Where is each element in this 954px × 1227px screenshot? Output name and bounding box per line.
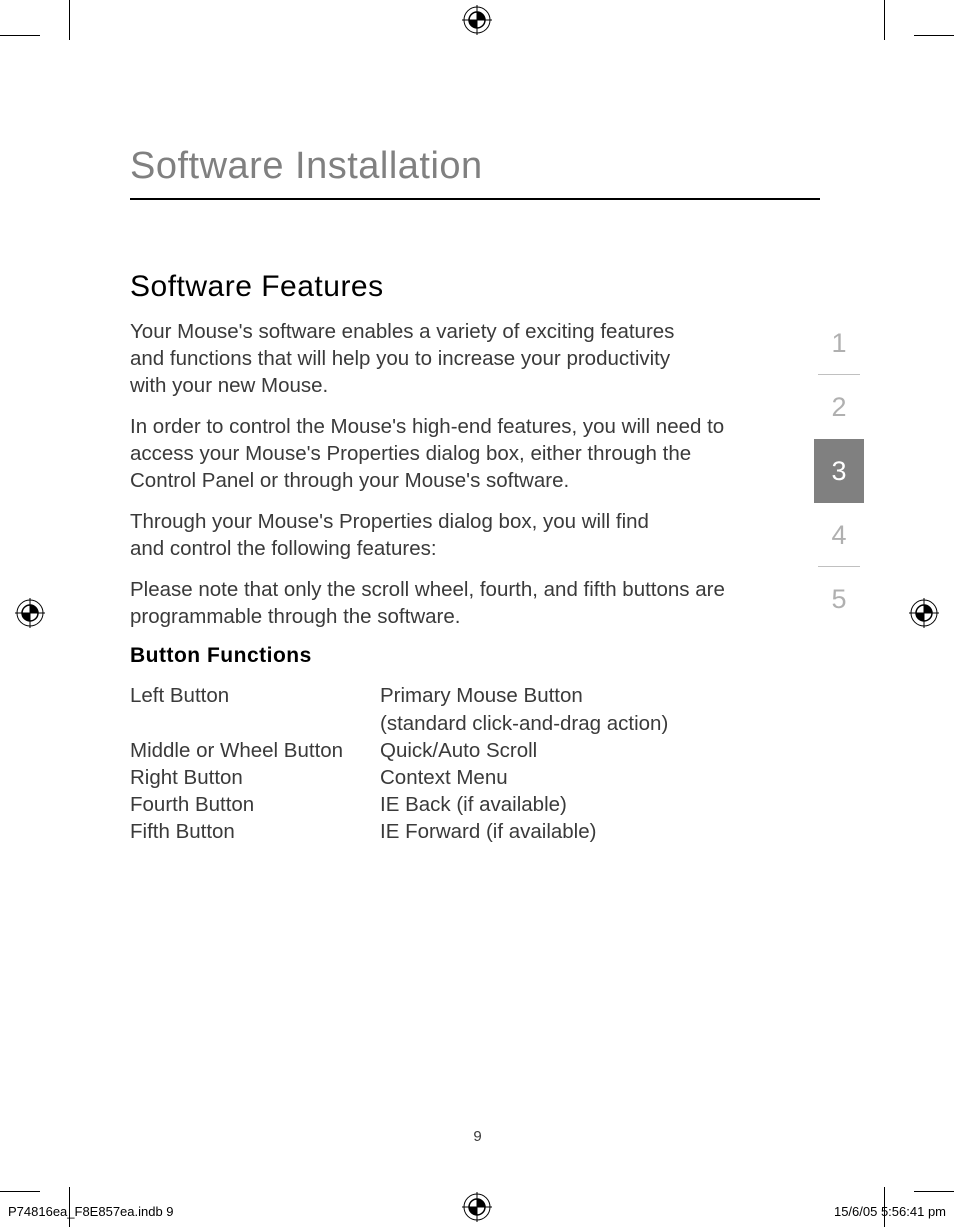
button-desc: Primary Mouse Button (standard click-and… <box>380 682 820 736</box>
tab-4[interactable]: 4 <box>814 503 864 567</box>
page-area: Software Installation Software Features … <box>70 35 885 1190</box>
registration-mark-icon <box>15 598 45 628</box>
footer-timestamp: 15/6/05 5:56:41 pm <box>834 1204 946 1219</box>
button-desc: Context Menu <box>380 764 820 791</box>
paragraph: Your Mouse's software enables a variety … <box>130 318 690 399</box>
table-row: Right Button Context Menu <box>130 764 820 791</box>
button-desc: Quick/Auto Scroll <box>380 737 820 764</box>
desc-line: Primary Mouse Button <box>380 682 820 709</box>
tab-3[interactable]: 3 <box>814 439 864 503</box>
page-number: 9 <box>70 1128 885 1145</box>
paragraph: Please note that only the scroll wheel, … <box>130 576 760 630</box>
section-title: Software Features <box>130 270 820 304</box>
crop-mark <box>69 0 70 40</box>
desc-line: (standard click-and-drag action) <box>380 710 820 737</box>
paragraph: In order to control the Mouse's high-end… <box>130 413 760 494</box>
section-tabs: 1 2 3 4 5 <box>814 311 864 631</box>
registration-mark-icon <box>909 598 939 628</box>
button-label: Fourth Button <box>130 791 380 818</box>
button-label: Right Button <box>130 764 380 791</box>
button-desc: IE Back (if available) <box>380 791 820 818</box>
crop-mark <box>0 35 40 36</box>
table-row: Middle or Wheel Button Quick/Auto Scroll <box>130 737 820 764</box>
footer: P74816ea_F8E857ea.indb 9 15/6/05 5:56:41… <box>8 1204 946 1219</box>
button-label: Middle or Wheel Button <box>130 737 380 764</box>
button-label: Left Button <box>130 682 380 736</box>
table-row: Fourth Button IE Back (if available) <box>130 791 820 818</box>
content-area: Software Installation Software Features … <box>130 145 820 845</box>
chapter-title: Software Installation <box>130 145 820 200</box>
button-label: Fifth Button <box>130 818 380 845</box>
table-row: Fifth Button IE Forward (if available) <box>130 818 820 845</box>
button-functions-table: Left Button Primary Mouse Button (standa… <box>130 682 820 844</box>
button-desc: IE Forward (if available) <box>380 818 820 845</box>
crop-mark <box>0 1191 40 1192</box>
tab-2[interactable]: 2 <box>814 375 864 439</box>
sub-heading: Button Functions <box>130 644 820 668</box>
crop-mark <box>914 1191 954 1192</box>
registration-mark-icon <box>462 5 492 35</box>
crop-mark <box>884 0 885 40</box>
table-row: Left Button Primary Mouse Button (standa… <box>130 682 820 736</box>
paragraph: Through your Mouse's Properties dialog b… <box>130 508 660 562</box>
crop-mark <box>914 35 954 36</box>
footer-filename: P74816ea_F8E857ea.indb 9 <box>8 1204 174 1219</box>
tab-5[interactable]: 5 <box>814 567 864 631</box>
tab-1[interactable]: 1 <box>814 311 864 375</box>
